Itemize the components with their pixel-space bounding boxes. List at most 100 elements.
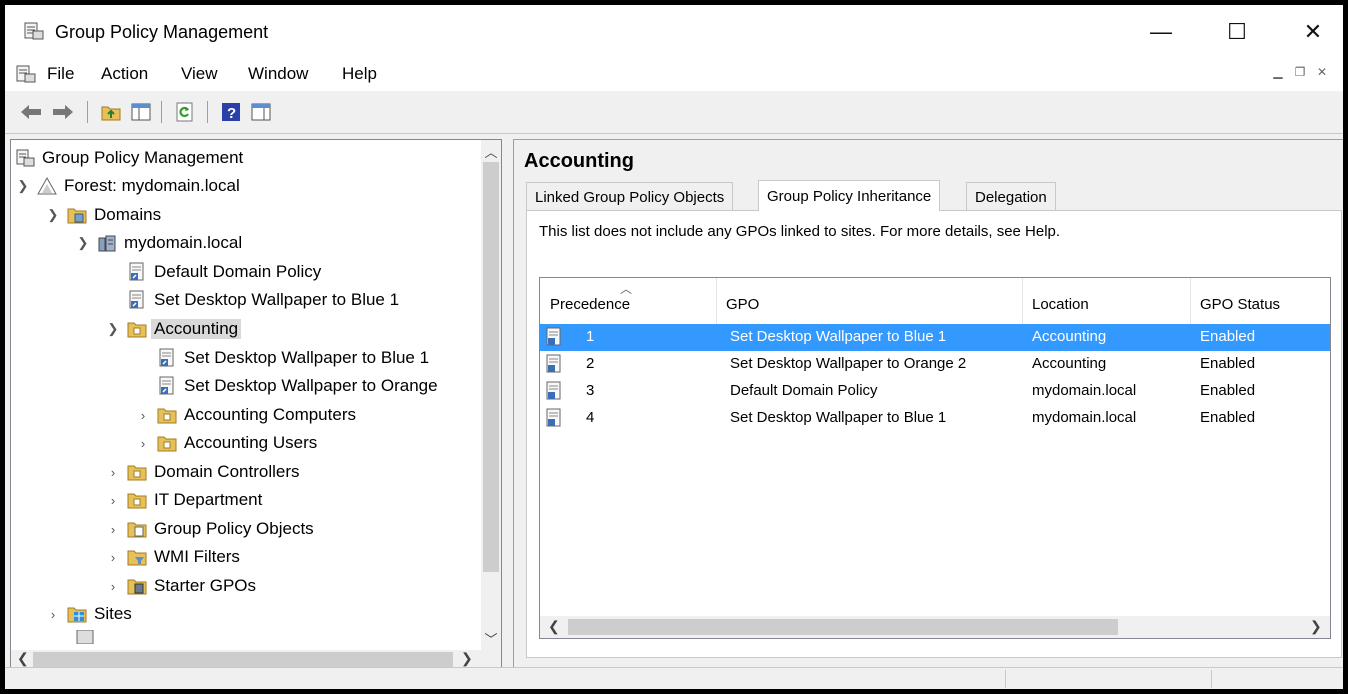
up-folder-icon[interactable] — [99, 100, 123, 124]
tree-vertical-scrollbar[interactable]: ︿ ﹀ — [481, 140, 501, 650]
expand-chevron-icon[interactable]: › — [105, 550, 121, 565]
scrollbar-thumb[interactable] — [33, 652, 453, 668]
gpo-link-icon — [127, 290, 147, 310]
column-header-precedence[interactable]: Precedence — [550, 296, 630, 313]
menu-action[interactable]: Action — [101, 64, 148, 84]
title-bar: Group Policy Management — ☐ ✕ — [5, 5, 1343, 55]
tree-node-group-policy-objects[interactable]: › Group Policy Objects — [105, 517, 314, 541]
maximize-button[interactable]: ☐ — [1219, 17, 1255, 47]
expand-chevron-icon[interactable]: › — [45, 607, 61, 622]
tree-node-accounting-computers[interactable]: › Accounting Computers — [135, 403, 356, 427]
starter-gpo-folder-icon — [127, 576, 147, 596]
tree-node-acc-wallpaper-blue[interactable]: Set Desktop Wallpaper to Blue 1 — [157, 346, 429, 370]
scroll-right-arrow-icon[interactable]: ❯ — [461, 650, 473, 667]
tree-node-domain-controllers[interactable]: › Domain Controllers — [105, 460, 300, 484]
scroll-down-arrow-icon[interactable]: ﹀ — [481, 629, 501, 648]
tree-node-sites[interactable]: › Sites — [45, 602, 132, 626]
expand-chevron-icon[interactable]: › — [105, 465, 121, 480]
forward-arrow-icon[interactable] — [51, 100, 75, 124]
tree-node-domains[interactable]: ❯ Domains — [45, 203, 162, 227]
cell-location: mydomain.local — [1032, 382, 1137, 399]
mdi-restore-button[interactable]: ❐ — [1291, 63, 1309, 81]
expand-chevron-icon[interactable]: › — [135, 436, 151, 451]
cell-gpo: Set Desktop Wallpaper to Orange 2 — [730, 355, 967, 372]
scroll-up-arrow-icon[interactable]: ︿ — [481, 142, 501, 161]
tree-node-gpm-root[interactable]: Group Policy Management — [15, 146, 243, 170]
app-window: Group Policy Management — ☐ ✕ File Actio… — [5, 5, 1343, 689]
refresh-icon[interactable] — [173, 100, 197, 124]
tab-linked-gpos[interactable]: Linked Group Policy Objects — [526, 182, 734, 211]
gpo-link-icon — [157, 376, 177, 396]
status-divider — [1211, 670, 1212, 688]
expand-chevron-icon[interactable]: › — [105, 579, 121, 594]
forest-icon — [37, 176, 57, 196]
tab-gp-inheritance[interactable]: Group Policy Inheritance — [758, 180, 941, 211]
tree-node-forest[interactable]: ❯ Forest: mydomain.local — [15, 174, 240, 198]
cell-location: mydomain.local — [1032, 409, 1137, 426]
scroll-left-arrow-icon[interactable]: ❮ — [548, 618, 560, 635]
column-divider[interactable] — [716, 278, 717, 324]
inheritance-panel: This list does not include any GPOs link… — [526, 210, 1342, 658]
list-row[interactable]: 1 Set Desktop Wallpaper to Blue 1 Accoun… — [540, 324, 1330, 351]
ou-folder-icon — [157, 433, 177, 453]
minimize-button[interactable]: — — [1143, 17, 1179, 47]
scroll-left-arrow-icon[interactable]: ❮ — [17, 650, 29, 667]
collapse-chevron-icon[interactable]: ❯ — [45, 207, 61, 223]
tree-node-accounting[interactable]: ❯ Accounting — [105, 317, 242, 341]
tree-node-it-department[interactable]: › IT Department — [105, 488, 263, 512]
expand-chevron-icon[interactable]: › — [105, 522, 121, 537]
show-hide-action-pane-icon[interactable] — [249, 100, 273, 124]
list-row[interactable]: 2 Set Desktop Wallpaper to Orange 2 Acco… — [540, 351, 1330, 378]
cell-gpo: Set Desktop Wallpaper to Blue 1 — [730, 409, 947, 426]
tree-node-accounting-users[interactable]: › Accounting Users — [135, 431, 317, 455]
scrollbar-thumb[interactable] — [568, 619, 1118, 635]
mdi-minimize-button[interactable]: ▁ — [1269, 63, 1287, 81]
back-arrow-icon[interactable] — [19, 100, 43, 124]
tree-node-domain[interactable]: ❯ mydomain.local — [75, 231, 243, 255]
list-horizontal-scrollbar[interactable]: ❮ ❯ — [540, 616, 1330, 638]
column-divider[interactable] — [1022, 278, 1023, 324]
tree-node-wmi-filters[interactable]: › WMI Filters — [105, 545, 240, 569]
column-header-location[interactable]: Location — [1032, 296, 1089, 313]
help-icon[interactable]: ? — [219, 100, 243, 124]
column-header-gpo-status[interactable]: GPO Status — [1200, 296, 1280, 313]
tree-node-acc-wallpaper-orange[interactable]: Set Desktop Wallpaper to Orange — [157, 374, 438, 398]
menu-window[interactable]: Window — [248, 64, 308, 84]
list-header: ︿ Precedence GPO Location GPO Status — [540, 278, 1330, 324]
gpmc-app-icon — [23, 21, 45, 46]
status-divider — [1005, 670, 1006, 688]
scrollbar-thumb[interactable] — [483, 162, 499, 572]
tab-delegation[interactable]: Delegation — [966, 182, 1056, 211]
column-header-gpo[interactable]: GPO — [726, 296, 759, 313]
sort-ascending-icon: ︿ — [620, 282, 633, 296]
expand-chevron-icon[interactable]: › — [135, 408, 151, 423]
info-note: This list does not include any GPOs link… — [539, 223, 1061, 240]
menu-file[interactable]: File — [47, 64, 74, 84]
tree-node-wallpaper-blue[interactable]: Set Desktop Wallpaper to Blue 1 — [127, 288, 399, 312]
close-button[interactable]: ✕ — [1295, 17, 1331, 47]
collapse-chevron-icon[interactable]: ❯ — [105, 321, 121, 337]
sites-icon — [67, 604, 87, 624]
cell-precedence: 2 — [586, 355, 595, 372]
tree-node-starter-gpos[interactable]: › Starter GPOs — [105, 574, 256, 598]
collapse-chevron-icon[interactable]: ❯ — [75, 235, 91, 251]
collapse-chevron-icon[interactable]: ❯ — [15, 178, 31, 194]
cell-gpo: Set Desktop Wallpaper to Blue 1 — [730, 328, 947, 345]
toolbar: ? — [5, 91, 1343, 134]
expand-chevron-icon[interactable]: › — [105, 493, 121, 508]
scroll-right-arrow-icon[interactable]: ❯ — [1310, 618, 1322, 635]
mdi-app-icon[interactable] — [15, 64, 37, 89]
show-hide-tree-icon[interactable] — [129, 100, 153, 124]
column-divider[interactable] — [1190, 278, 1191, 324]
cell-precedence: 4 — [586, 409, 595, 426]
ou-folder-icon — [127, 462, 147, 482]
toolbar-separator — [161, 101, 162, 123]
list-row[interactable]: 3 Default Domain Policy mydomain.local E… — [540, 378, 1330, 405]
tree-node-default-domain-policy[interactable]: Default Domain Policy — [127, 260, 321, 284]
gpo-icon — [546, 381, 562, 405]
mdi-close-button[interactable]: ✕ — [1313, 63, 1331, 81]
ou-folder-icon — [127, 490, 147, 510]
list-row[interactable]: 4 Set Desktop Wallpaper to Blue 1 mydoma… — [540, 405, 1330, 432]
menu-view[interactable]: View — [181, 64, 218, 84]
menu-help[interactable]: Help — [342, 64, 377, 84]
